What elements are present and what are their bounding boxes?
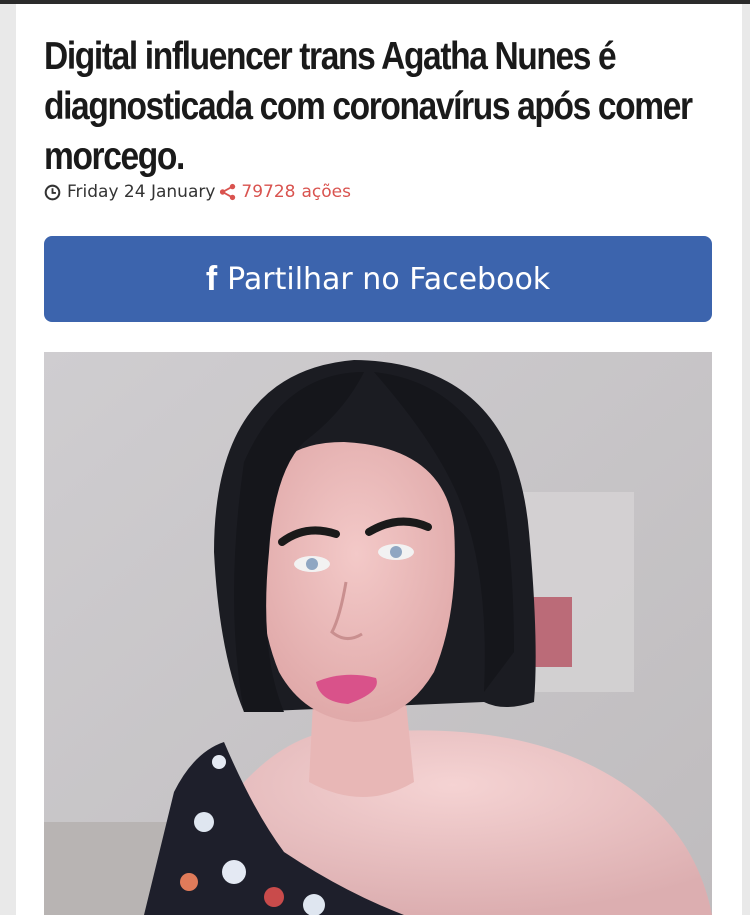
article-headline: Digital influencer trans Agatha Nunes é … [44, 35, 693, 178]
share-facebook-button[interactable]: f Partilhar no Facebook [44, 236, 712, 322]
facebook-icon: f [205, 260, 218, 298]
article-date: Friday 24 January [67, 182, 216, 202]
shares-label: ações [301, 182, 351, 202]
shares-count: 79728 [241, 182, 296, 202]
article-page: Digital influencer trans Agatha Nunes é … [16, 4, 742, 915]
share-icon [220, 183, 236, 201]
clock-icon [44, 184, 61, 200]
article-photo [44, 352, 712, 915]
article-meta: Friday 24 January 79728 ações [44, 182, 351, 202]
portrait-photo [44, 352, 712, 915]
share-facebook-label: Partilhar no Facebook [227, 261, 551, 297]
